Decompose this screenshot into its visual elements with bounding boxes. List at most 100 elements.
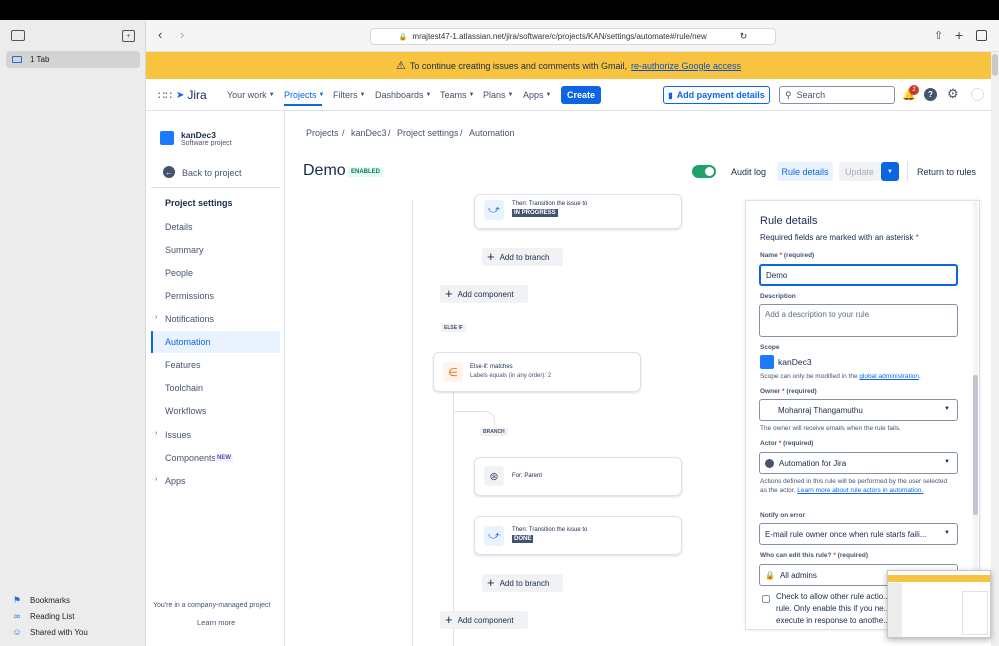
back-arrow-icon[interactable]: ←: [163, 166, 175, 178]
project-avatar-icon: [760, 355, 774, 369]
rule-title[interactable]: Demo: [303, 162, 346, 180]
add-to-branch-button[interactable]: + Add to branch: [482, 248, 563, 266]
tabs-icon[interactable]: [976, 30, 987, 41]
chevron-right-icon[interactable]: ›: [155, 476, 157, 483]
nav-plans-label: Plans: [483, 90, 506, 100]
sidebar-item-summary[interactable]: Summary: [165, 245, 204, 255]
status-lozenge: IN PROGRESS: [512, 209, 558, 217]
thumbnail-banner: [888, 575, 990, 582]
help-icon[interactable]: ?: [924, 88, 937, 101]
global-administration-link[interactable]: global administration: [859, 373, 919, 380]
audit-log-button[interactable]: Audit log: [731, 167, 766, 177]
share-icon[interactable]: ⇧: [934, 29, 943, 42]
gmail-warning-banner: ⚠ To continue creating issues and commen…: [146, 52, 991, 79]
for-parent-card[interactable]: [474, 457, 682, 496]
address-bar[interactable]: 🔒 mrajtest47-1.atlassian.net/jira/softwa…: [370, 28, 776, 45]
sidebar-item-toolchain[interactable]: Toolchain: [165, 383, 203, 393]
learn-more-link[interactable]: Learn more: [197, 618, 235, 627]
app-switcher-icon[interactable]: ∷∷: [158, 89, 172, 102]
sidebar-item-issues[interactable]: Issues: [165, 430, 191, 440]
sidebar-toggle-icon[interactable]: [11, 30, 25, 41]
description-field[interactable]: Add a description to your rule: [759, 304, 958, 337]
sidebar-item-people[interactable]: People: [165, 268, 193, 278]
avatar[interactable]: [971, 88, 984, 101]
bookmarks-label: Bookmarks: [30, 596, 71, 605]
notify-label: Notify on error: [760, 512, 806, 519]
back-arrow-icon[interactable]: ‹: [158, 27, 162, 42]
reading-list-item[interactable]: ∞ Reading List: [12, 611, 75, 621]
nav-dashboards[interactable]: Dashboards ▼: [375, 90, 431, 100]
sidebar-item-features[interactable]: Features: [165, 360, 201, 370]
breadcrumb-separator: /: [388, 128, 391, 138]
nav-filters[interactable]: Filters ▼: [333, 90, 365, 100]
chevron-down-icon: ▼: [944, 459, 950, 465]
sidebar-item-details[interactable]: Details: [165, 222, 193, 232]
page-scroll-thumb[interactable]: [992, 54, 998, 76]
page-scrollbar[interactable]: [991, 52, 999, 646]
project-type: Software project: [181, 140, 232, 147]
thumbnail-panel: [962, 591, 988, 635]
chevron-right-icon[interactable]: ›: [155, 430, 157, 437]
tab-overview-icon[interactable]: +: [122, 30, 135, 42]
add-component-button[interactable]: + Add component: [440, 611, 528, 629]
chevron-down-icon: ▼: [359, 92, 366, 98]
reload-icon[interactable]: ↻: [740, 31, 748, 42]
screenshot-thumbnail[interactable]: [887, 570, 991, 638]
name-label-text: Name: [760, 252, 778, 259]
name-field[interactable]: Demo: [759, 264, 958, 286]
payment-label: Add payment details: [676, 90, 765, 100]
rule-actors-link[interactable]: Learn more about rule actors in automati…: [797, 487, 923, 494]
nav-your-work[interactable]: Your work ▼: [227, 90, 275, 100]
chevron-down-icon: ▼: [507, 92, 514, 98]
sidebar-item-permissions[interactable]: Permissions: [165, 291, 214, 301]
chevron-down-icon: ▼: [468, 92, 475, 98]
new-tab-icon[interactable]: +: [955, 27, 963, 43]
nav-projects[interactable]: Projects ▼: [284, 90, 324, 100]
actor-select[interactable]: Automation for Jira ▼: [759, 452, 958, 474]
back-to-project-link[interactable]: Back to project: [182, 168, 242, 178]
rule-details-heading: Rule details: [760, 215, 818, 227]
breadcrumb-project-settings[interactable]: Project settings: [397, 128, 459, 138]
sidebar-divider: [151, 187, 280, 188]
jira-logo[interactable]: ➤ Jira: [176, 88, 207, 102]
breadcrumb-automation[interactable]: Automation: [469, 128, 515, 138]
return-to-rules-button[interactable]: Return to rules: [917, 167, 976, 177]
sidebar-item-automation[interactable]: Automation: [165, 337, 211, 347]
nav-plans[interactable]: Plans ▼: [483, 90, 513, 100]
sidebar-item-apps[interactable]: Apps: [165, 476, 186, 486]
nav-your-work-label: Your work: [227, 90, 267, 100]
forward-arrow-icon[interactable]: ›: [180, 27, 184, 42]
scope-help-text: Scope can only be modified in the: [760, 373, 858, 380]
scope-label: Scope: [760, 344, 780, 351]
reauthorize-link[interactable]: re-authorize Google access: [631, 61, 741, 71]
search-input[interactable]: ⚲ Search: [779, 86, 895, 104]
add-component-button[interactable]: + Add component: [440, 285, 528, 303]
panel-scroll-thumb[interactable]: [973, 375, 978, 515]
rule-enabled-toggle[interactable]: [692, 165, 716, 178]
notify-select[interactable]: E-mail rule owner once when rule starts …: [759, 523, 958, 545]
add-payment-button[interactable]: ▮ Add payment details: [663, 86, 770, 104]
update-button[interactable]: Update: [839, 162, 880, 181]
chevron-down-icon[interactable]: ▼: [881, 162, 899, 181]
settings-gear-icon[interactable]: ⚙: [947, 86, 959, 102]
create-button[interactable]: Create: [561, 86, 601, 104]
add-to-branch-button[interactable]: + Add to branch: [482, 574, 563, 592]
bookmarks-item[interactable]: ⚑ Bookmarks: [12, 595, 70, 606]
sidebar-item-notifications[interactable]: Notifications: [165, 314, 214, 324]
nav-apps[interactable]: Apps ▼: [523, 90, 551, 100]
rule-details-button[interactable]: Rule details: [777, 162, 833, 181]
allow-trigger-checkbox[interactable]: [762, 595, 770, 603]
breadcrumb-projects[interactable]: Projects: [306, 128, 339, 138]
chevron-right-icon[interactable]: ›: [155, 314, 157, 321]
chevron-down-icon: ▼: [425, 92, 432, 98]
owner-select[interactable]: Mohanraj Thangamuthu ▼: [759, 399, 958, 421]
sidebar-item-workflows[interactable]: Workflows: [165, 406, 206, 416]
name-label: Name * (required): [760, 252, 814, 259]
nav-teams[interactable]: Teams ▼: [440, 90, 474, 100]
connector-line: [453, 392, 454, 646]
tab-group-item[interactable]: 1 Tab: [6, 51, 140, 68]
nav-filters-label: Filters: [333, 90, 358, 100]
sidebar-item-components[interactable]: Components: [165, 453, 216, 463]
breadcrumb-project[interactable]: kanDec3: [351, 128, 387, 138]
shared-with-you-item[interactable]: ☺ Shared with You: [12, 627, 87, 637]
